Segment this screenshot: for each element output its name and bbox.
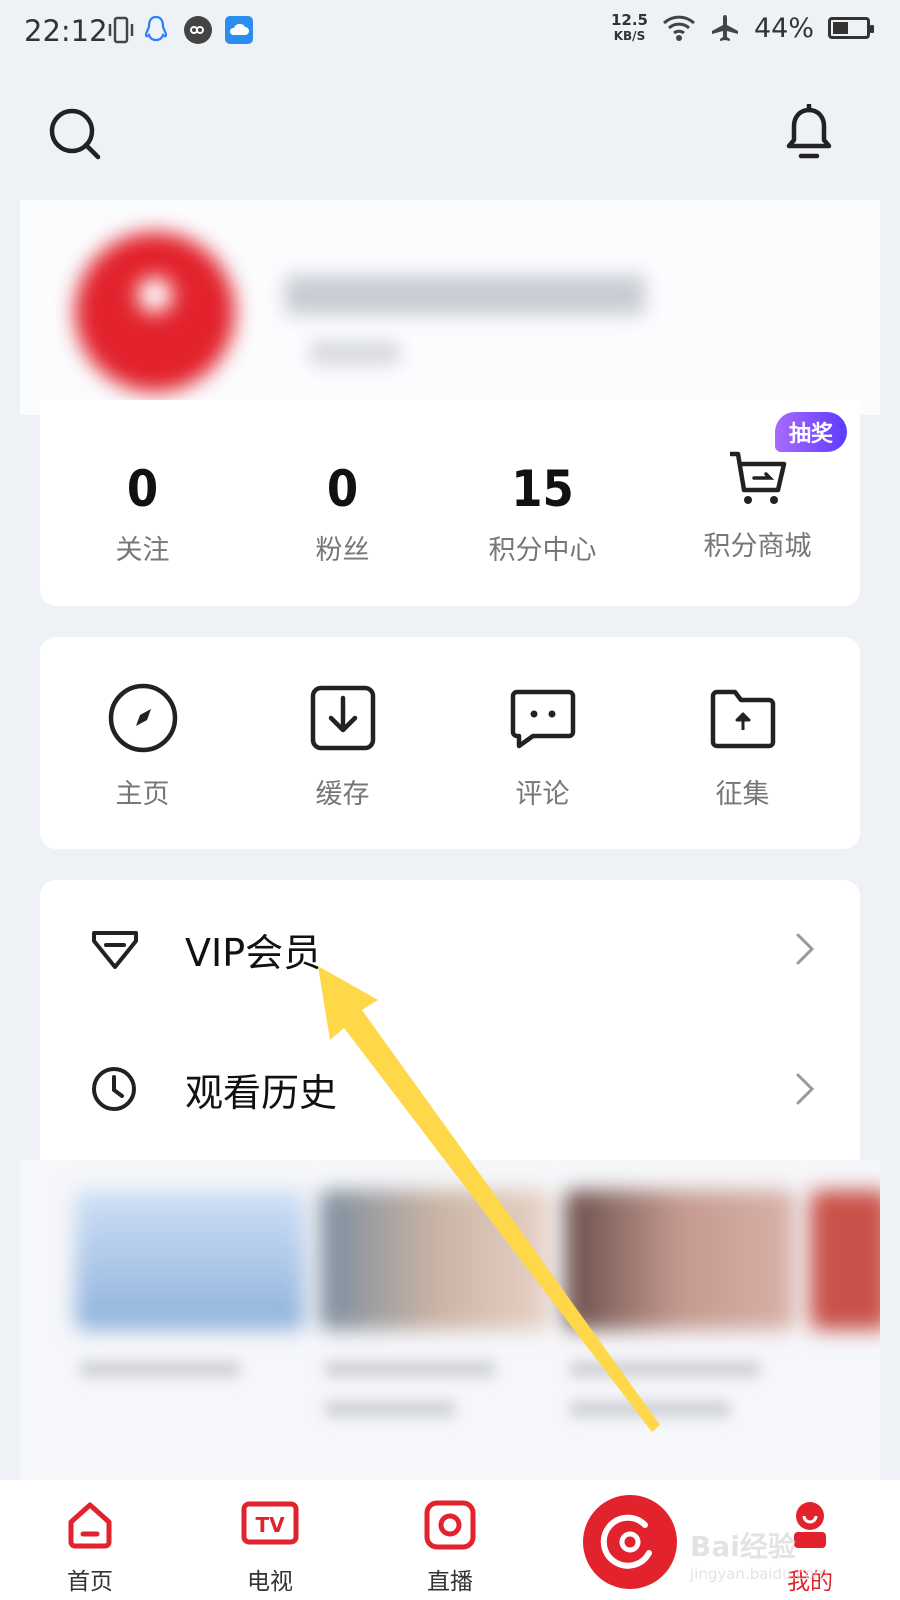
stat-label: 关注 — [115, 535, 170, 566]
tab-live[interactable]: 直播 — [390, 1500, 510, 1596]
menu-item-vip[interactable]: VIP会员 — [40, 880, 860, 1020]
tool-label: 评论 — [515, 779, 570, 810]
stat-points-center[interactable]: 15 积分中心 — [440, 460, 645, 567]
clock-icon — [92, 1067, 136, 1111]
cart-icon — [729, 451, 786, 504]
tab-home[interactable]: 首页 — [30, 1500, 150, 1596]
thumbnail-caption-blurred — [570, 1400, 730, 1418]
stat-following[interactable]: 0 关注 — [40, 460, 245, 567]
tool-collect[interactable]: 征集 — [640, 682, 845, 811]
points-mall[interactable]: 积分商城 — [655, 448, 860, 563]
wifi-icon — [662, 15, 696, 41]
stat-value: 15 — [511, 460, 574, 518]
watermark-line1: Bai经验 — [690, 1530, 796, 1563]
thumbnail[interactable] — [810, 1190, 880, 1330]
folder-upload-icon — [710, 689, 775, 749]
chevron-right-icon — [796, 933, 815, 965]
qq-icon — [144, 15, 168, 42]
watermark-line2: jingyan.baidu.com — [690, 1565, 829, 1583]
tool-comments[interactable]: 评论 — [440, 682, 645, 811]
airplane-icon — [711, 15, 738, 41]
diamond-icon — [92, 931, 138, 969]
status-bar: 22:12 12.5 KB/S 44% — [0, 0, 900, 62]
tool-label: 缓存 — [315, 779, 370, 810]
comment-icon — [510, 689, 575, 749]
thumbnail[interactable] — [75, 1190, 305, 1330]
username-blurred — [285, 275, 645, 315]
tools-card: 主页 缓存 评论 征集 — [40, 637, 860, 849]
stat-label: 粉丝 — [315, 535, 370, 566]
menu-item-history[interactable]: 观看历史 — [40, 1020, 860, 1160]
user-subtitle-blurred — [310, 340, 400, 366]
tab-label: 直播 — [427, 1569, 473, 1595]
profile-card[interactable] — [20, 200, 880, 415]
search-icon[interactable] — [48, 107, 102, 161]
tool-cache[interactable]: 缓存 — [240, 682, 445, 811]
battery-percent: 44% — [753, 12, 814, 44]
tool-homepage[interactable]: 主页 — [40, 682, 245, 811]
bell-icon[interactable] — [785, 104, 833, 162]
thumbnail-caption-blurred — [570, 1360, 760, 1378]
stat-label: 积分中心 — [488, 535, 597, 566]
menu-card: VIP会员 观看历史 — [40, 880, 860, 1170]
battery-icon — [828, 17, 874, 39]
lottery-badge[interactable]: 抽奖 — [775, 412, 847, 452]
center-play-button[interactable] — [583, 1495, 677, 1589]
stat-fans[interactable]: 0 粉丝 — [240, 460, 445, 567]
compass-icon — [108, 683, 177, 753]
cloud-icon — [225, 16, 253, 44]
logo-icon — [600, 1514, 652, 1569]
tab-label: 电视 — [247, 1569, 293, 1595]
thumbnail-caption-blurred — [325, 1400, 455, 1418]
svg-text:TV: TV — [255, 1513, 285, 1537]
thumbnail[interactable] — [565, 1190, 795, 1330]
stats-card: 0 关注 0 粉丝 15 积分中心 积分商城 抽奖 — [40, 400, 860, 606]
watermark: Bai经验 jingyan.baidu.com — [690, 1525, 828, 1583]
download-icon — [310, 685, 375, 751]
vibrate-icon — [108, 16, 134, 44]
stat-value: 0 — [326, 460, 359, 518]
avatar[interactable] — [75, 232, 235, 392]
tool-label: 征集 — [715, 779, 770, 810]
menu-label: 观看历史 — [185, 1071, 338, 1115]
chevron-right-icon — [796, 1073, 815, 1105]
history-thumbnails-blurred[interactable] — [20, 1160, 880, 1480]
status-time: 22:12 — [24, 14, 108, 48]
points-mall-label: 积分商城 — [703, 531, 812, 562]
tab-label: 首页 — [67, 1569, 113, 1595]
live-icon — [424, 1500, 476, 1550]
thumbnail-caption-blurred — [80, 1360, 240, 1378]
tool-label: 主页 — [115, 779, 170, 810]
link-icon — [184, 16, 212, 44]
stat-value: 0 — [126, 460, 159, 518]
net-speed: 12.5 KB/S — [611, 12, 648, 44]
tab-tv[interactable]: TV 电视 — [210, 1500, 330, 1596]
thumbnail-caption-blurred — [325, 1360, 495, 1378]
tv-icon: TV — [241, 1501, 299, 1545]
net-speed-unit: KB/S — [613, 29, 646, 43]
net-speed-value: 12.5 — [610, 11, 648, 29]
menu-label: VIP会员 — [185, 931, 322, 975]
home-icon — [68, 1502, 112, 1549]
thumbnail[interactable] — [320, 1190, 550, 1330]
